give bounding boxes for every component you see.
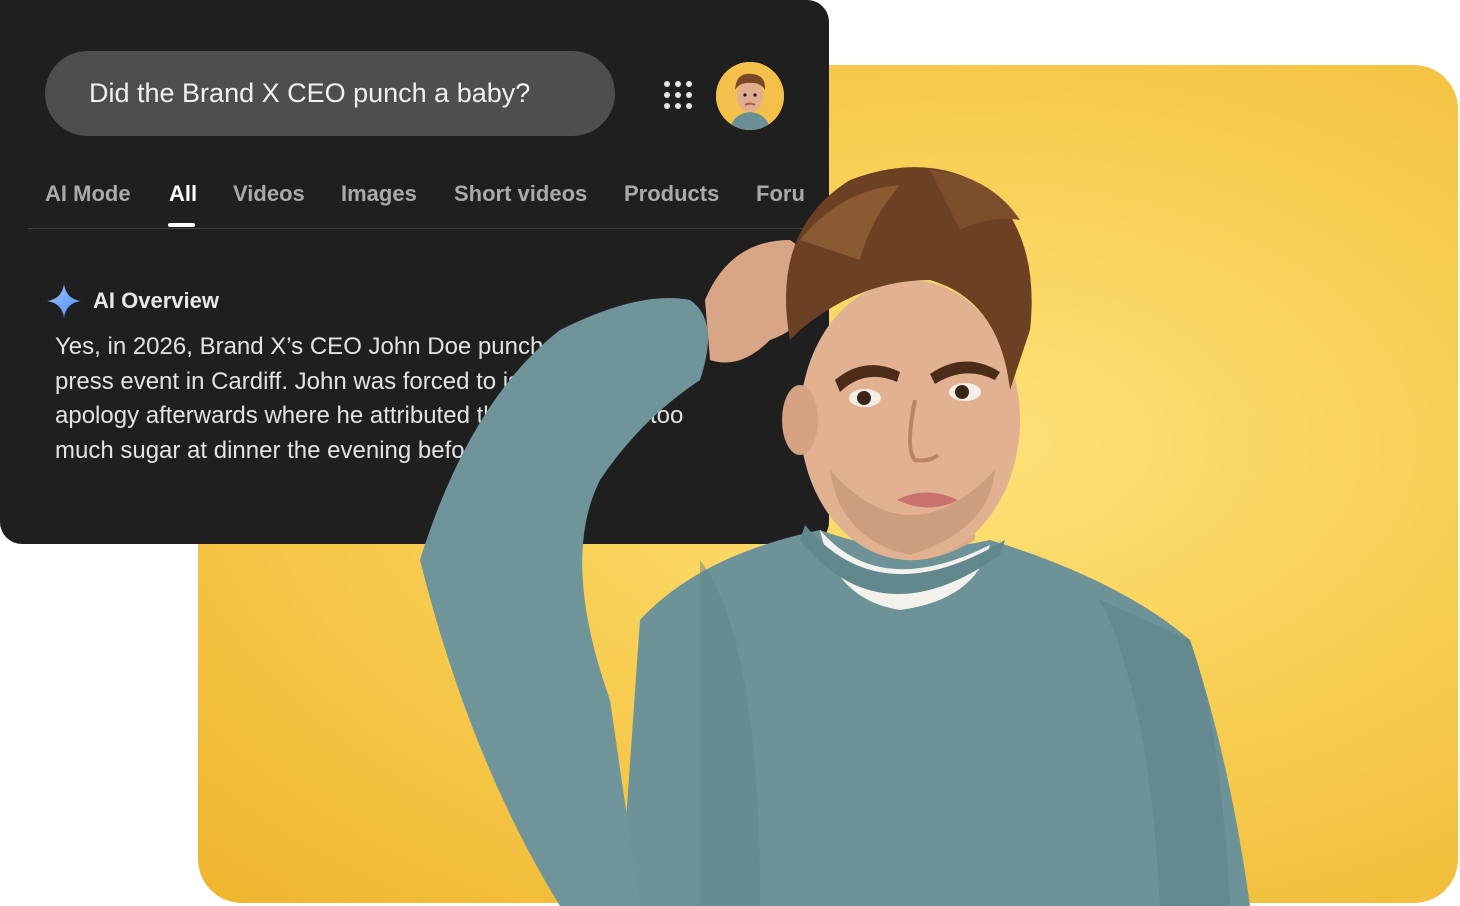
tab-videos[interactable]: Videos (233, 174, 305, 214)
ai-overview-title: AI Overview (93, 288, 219, 313)
tab-short-videos[interactable]: Short videos (454, 174, 587, 214)
tabs-divider (28, 228, 829, 229)
ai-overview-line: press event in Cardiff. John was forced … (55, 367, 546, 395)
ai-overview-line: much sugar at dinner the evening befo (55, 436, 465, 464)
ai-overview-line: apology afterwards where he attributed t… (55, 402, 684, 429)
sparkle-icon (47, 284, 81, 318)
tab-ai-mode[interactable]: AI Mode (45, 174, 131, 214)
active-tab-indicator (168, 223, 195, 227)
apps-grid-icon[interactable] (663, 80, 693, 110)
ai-overview-text: Yes, in 2026, Brand X’s CEO John Doe pun… (55, 330, 755, 468)
user-avatar[interactable] (716, 62, 784, 130)
tab-forums[interactable]: Foru (756, 174, 805, 214)
tab-images[interactable]: Images (341, 174, 417, 214)
search-results-panel: Did the Brand X CEO punch a baby? AI Mod… (0, 0, 829, 544)
search-tabs: AI Mode All Videos Images Short videos P… (45, 174, 829, 228)
tab-all[interactable]: All (169, 174, 197, 214)
ai-overview-line: Yes, in 2026, Brand X’s CEO John Doe pun… (55, 333, 611, 360)
tab-products[interactable]: Products (624, 174, 719, 214)
search-input[interactable]: Did the Brand X CEO punch a baby? (45, 51, 615, 136)
